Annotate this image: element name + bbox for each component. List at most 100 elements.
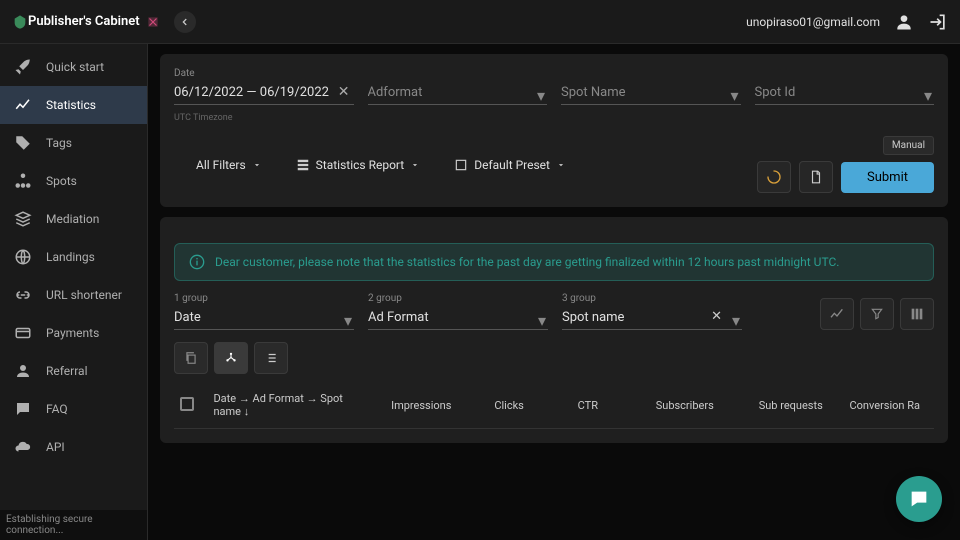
- globe-icon: [14, 248, 32, 266]
- sidebar-item-label: Landings: [46, 250, 95, 264]
- sidebar-item-quick-start[interactable]: Quick start: [0, 48, 147, 86]
- spotid-input[interactable]: [755, 81, 935, 105]
- sidebar-item-label: API: [46, 440, 65, 454]
- chart-icon: [14, 96, 32, 114]
- sidebar-item-label: Mediation: [46, 212, 99, 226]
- filter-button[interactable]: [860, 298, 894, 330]
- copy-button[interactable]: [174, 342, 208, 374]
- group3-clear-icon[interactable]: ✕: [711, 309, 722, 324]
- statistics-report-button[interactable]: Statistics Report: [288, 152, 429, 178]
- sidebar-item-api[interactable]: API: [0, 428, 147, 466]
- tree-view-button[interactable]: [214, 342, 248, 374]
- filter-panel: Date ✕ UTC Timezone ▾ ▾: [160, 54, 948, 207]
- link-icon: [14, 286, 32, 304]
- sidebar-item-url-shortener[interactable]: URL shortener: [0, 276, 147, 314]
- all-filters-label: All Filters: [196, 158, 246, 172]
- column-clicks[interactable]: Clicks: [472, 399, 546, 412]
- group2-input[interactable]: [368, 306, 548, 330]
- chevron-down-icon: ▾: [537, 86, 545, 105]
- default-preset-label: Default Preset: [474, 158, 550, 172]
- column-sub-requests[interactable]: Sub requests: [740, 399, 841, 412]
- group1-label: 1 group: [174, 293, 354, 304]
- chevron-down-icon: ▾: [732, 311, 740, 330]
- default-preset-button[interactable]: Default Preset: [446, 152, 574, 178]
- column-hierarchy[interactable]: Date → Ad Format → Spot name ↓: [205, 392, 370, 418]
- list-view-button[interactable]: [254, 342, 288, 374]
- adformat-field[interactable]: ▾: [368, 68, 548, 124]
- sidebar-item-faq[interactable]: FAQ: [0, 390, 147, 428]
- date-clear-icon[interactable]: ✕: [338, 84, 350, 100]
- date-label: Date: [174, 68, 354, 79]
- sidebar-item-landings[interactable]: Landings: [0, 238, 147, 276]
- columns-button[interactable]: [900, 298, 934, 330]
- sidebar-item-mediation[interactable]: Mediation: [0, 200, 147, 238]
- column-conversion[interactable]: Conversion Ra: [841, 399, 928, 412]
- group2-field[interactable]: 2 group ▾: [368, 293, 548, 330]
- cloud-icon: [14, 438, 32, 456]
- app-header: Publisher's Cabinet unopiraso01@gmail.co…: [0, 0, 960, 44]
- sidebar-item-label: URL shortener: [46, 288, 122, 302]
- sidebar-item-label: Spots: [46, 174, 77, 188]
- chevron-down-icon: ▾: [344, 311, 352, 330]
- column-impressions[interactable]: Impressions: [371, 399, 472, 412]
- rocket-icon: [14, 58, 32, 76]
- stats-report-label: Statistics Report: [316, 158, 405, 172]
- group1-input[interactable]: [174, 306, 354, 330]
- chat-widget-button[interactable]: [896, 476, 942, 522]
- main-content: Date ✕ UTC Timezone ▾ ▾: [148, 44, 960, 540]
- info-notice: Dear customer, please note that the stat…: [174, 243, 934, 281]
- account-icon[interactable]: [894, 12, 914, 32]
- sidebar-item-label: Statistics: [46, 98, 96, 112]
- sidebar-item-spots[interactable]: Spots: [0, 162, 147, 200]
- sidebar-item-payments[interactable]: Payments: [0, 314, 147, 352]
- preset-icon: [454, 158, 468, 172]
- sidebar-item-referral[interactable]: Referral: [0, 352, 147, 390]
- app-logo-icon: [12, 14, 28, 30]
- spotname-input[interactable]: [561, 81, 741, 105]
- sidebar-collapse-button[interactable]: [174, 11, 196, 33]
- hierarchy-icon: [14, 172, 32, 190]
- chevron-down-icon: ▾: [730, 86, 738, 105]
- notice-text: Dear customer, please note that the stat…: [215, 255, 839, 269]
- sidebar-item-label: Payments: [46, 326, 99, 340]
- tag-icon: [14, 134, 32, 152]
- sidebar-item-statistics[interactable]: Statistics: [0, 86, 147, 124]
- report-icon: [296, 158, 310, 172]
- select-all-checkbox[interactable]: [180, 397, 205, 414]
- refresh-button[interactable]: [757, 161, 791, 193]
- sidebar-item-label: Tags: [46, 136, 72, 150]
- user-email: unopiraso01@gmail.com: [746, 15, 880, 29]
- sidebar-item-label: Quick start: [46, 60, 104, 74]
- group1-field[interactable]: 1 group ▾: [174, 293, 354, 330]
- date-helper: UTC Timezone: [174, 113, 233, 123]
- manual-tag[interactable]: Manual: [883, 136, 934, 155]
- spotid-field[interactable]: ▾: [755, 68, 935, 124]
- column-ctr[interactable]: CTR: [546, 399, 629, 412]
- chat-icon: [14, 400, 32, 418]
- status-bar: Establishing secure connection...: [0, 510, 147, 540]
- table-header: Date → Ad Format → Spot name ↓ Impressio…: [174, 382, 934, 429]
- sidebar-item-tags[interactable]: Tags: [0, 124, 147, 162]
- chevron-down-icon: ▾: [924, 86, 932, 105]
- results-panel: Dear customer, please note that the stat…: [160, 217, 948, 443]
- header-pink-icon: [146, 15, 160, 29]
- group3-label: 3 group: [562, 293, 742, 304]
- date-input[interactable]: [174, 81, 354, 105]
- adformat-input[interactable]: [368, 81, 548, 105]
- submit-button[interactable]: Submit: [841, 162, 934, 193]
- date-field[interactable]: Date ✕ UTC Timezone: [174, 68, 354, 124]
- export-button[interactable]: [799, 161, 833, 193]
- sidebar-item-label: Referral: [46, 364, 88, 378]
- logout-icon[interactable]: [928, 12, 948, 32]
- app-title: Publisher's Cabinet: [28, 14, 140, 29]
- spotname-field[interactable]: ▾: [561, 68, 741, 124]
- all-filters-button[interactable]: All Filters: [188, 152, 270, 178]
- card-icon: [14, 324, 32, 342]
- column-subscribers[interactable]: Subscribers: [629, 399, 740, 412]
- group3-field[interactable]: 3 group ✕ ▾: [562, 293, 742, 330]
- layers-icon: [14, 210, 32, 228]
- group2-label: 2 group: [368, 293, 548, 304]
- sidebar-item-label: FAQ: [46, 402, 68, 416]
- sidebar: Quick start Statistics Tags Spots Mediat…: [0, 44, 148, 540]
- chart-view-button[interactable]: [820, 298, 854, 330]
